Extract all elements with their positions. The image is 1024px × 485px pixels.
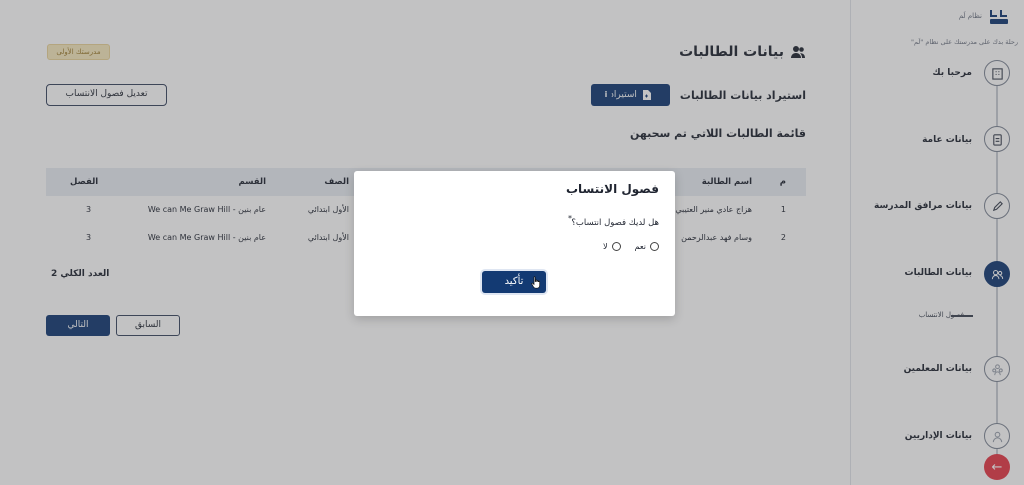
required-mark: *	[568, 214, 572, 223]
affiliation-classes-modal: فصول الانتساب هل لديك فصول انتساب؟ * نعم…	[354, 171, 675, 316]
radio-yes-circle[interactable]	[650, 242, 659, 251]
radio-no[interactable]: لا	[603, 242, 621, 251]
radio-group: نعم لا	[603, 242, 659, 251]
radio-no-label[interactable]: لا	[603, 242, 608, 251]
radio-yes[interactable]: نعم	[635, 242, 659, 251]
hand-cursor-icon	[531, 276, 541, 289]
radio-no-circle[interactable]	[611, 242, 621, 251]
radio-yes-label[interactable]: نعم	[635, 242, 646, 251]
modal-title: فصول الانتساب	[565, 182, 659, 196]
modal-question: هل لديك فصول انتساب؟	[571, 218, 659, 228]
